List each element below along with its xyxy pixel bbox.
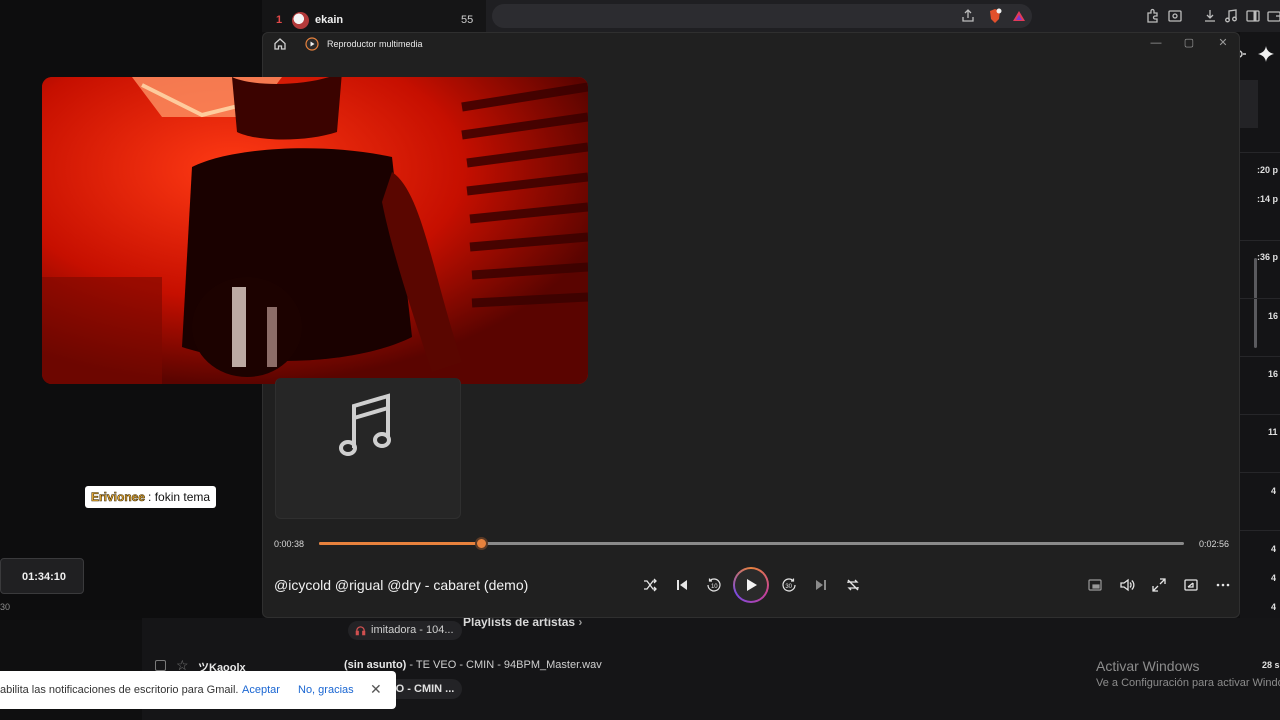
gemini-icon[interactable] [1258, 46, 1274, 62]
activate-windows-title: Activar Windows [1096, 658, 1200, 674]
email-time: 4 [1271, 602, 1277, 612]
next-icon[interactable] [813, 577, 829, 593]
divider [1240, 356, 1280, 357]
rewind-10-icon[interactable]: 10 [706, 577, 722, 593]
email-subject-bold: (sin asunto) [344, 659, 407, 671]
divider [1240, 152, 1280, 153]
seek-thumb[interactable] [474, 537, 488, 550]
home-icon[interactable] [273, 37, 287, 51]
chat-message: Erivionee : fokin tema [85, 486, 217, 508]
cast-icon[interactable] [1183, 577, 1199, 593]
gmail-scrollbar[interactable] [1254, 258, 1257, 348]
email-time: 4 [1271, 544, 1277, 554]
brave-rewards-icon[interactable] [1011, 8, 1027, 24]
divider [1240, 414, 1280, 415]
volume-icon[interactable] [1119, 577, 1135, 593]
email-time: :36 p [1257, 252, 1279, 262]
divider [1240, 298, 1280, 299]
minimize-button[interactable]: — [1149, 36, 1163, 50]
forward-30-icon[interactable]: 30 [781, 577, 797, 593]
play-button[interactable] [733, 567, 769, 603]
email-snippet: - TE VEO - CMIN - 94BPM_Master.wav [406, 659, 602, 671]
divider [1240, 530, 1280, 531]
chat-username: Erivionee [91, 490, 146, 505]
fullscreen-icon[interactable] [1151, 577, 1167, 593]
attachment-chip-label: imitadora - 104... [371, 624, 454, 636]
play-icon [747, 579, 757, 591]
wallet-icon[interactable] [1266, 8, 1280, 24]
shuffle-icon[interactable] [642, 577, 658, 593]
gmail-banner-edge [1240, 80, 1258, 128]
chat-text: : fokin tema [148, 490, 211, 504]
play-button-inner [735, 569, 767, 601]
notification-accept-button[interactable]: Aceptar [242, 684, 280, 696]
rewind-label: 10 [711, 584, 718, 590]
media-player-app-icon [305, 37, 319, 51]
miniplayer-icon[interactable] [1087, 577, 1103, 593]
leaderboard-name: ekain [315, 14, 344, 26]
sidebar-icon[interactable] [1245, 8, 1261, 24]
forward-label: 30 [785, 584, 792, 590]
email-time: 16 [1268, 311, 1279, 321]
email-time: 16 [1268, 369, 1279, 379]
email-time: 4 [1271, 486, 1277, 496]
extensions-icon[interactable] [1145, 8, 1161, 24]
maximize-button[interactable]: ▢ [1182, 36, 1196, 50]
email-checkbox[interactable] [155, 660, 166, 671]
notification-decline-button[interactable]: No, gracias [298, 684, 354, 696]
seek-bar-progress [319, 542, 481, 545]
activate-windows-subtitle: Ve a Configuración para activar Windows [1096, 677, 1280, 689]
headphones-icon [355, 625, 366, 636]
stream-clock: 01:34:10 [22, 571, 67, 583]
share-icon[interactable] [960, 8, 976, 24]
leaderboard-avatar [292, 12, 309, 29]
email-subject[interactable]: (sin asunto) - TE VEO - CMIN - 94BPM_Mas… [344, 659, 602, 671]
close-button[interactable]: ✕ [1216, 36, 1230, 50]
divider [1240, 240, 1280, 241]
song-title: @icycold @rigual @dry - cabaret (demo) [274, 577, 529, 593]
brave-shield-icon[interactable] [987, 8, 1003, 24]
close-icon[interactable]: ✕ [370, 681, 382, 698]
music-note-icon [338, 392, 396, 460]
download-icon[interactable] [1202, 8, 1218, 24]
leaderboard-score: 55 [461, 14, 474, 26]
email-time: :20 p [1257, 165, 1279, 175]
media-control-icon[interactable] [1223, 8, 1239, 24]
divider [1240, 472, 1280, 473]
email-date: 28 s [1262, 660, 1280, 670]
video-frame[interactable] [42, 77, 588, 384]
notification-text: abilita las notificaciones de escritorio… [0, 684, 239, 696]
email-time: 11 [1268, 427, 1278, 437]
leaderboard-rank: 1 [276, 14, 283, 26]
app-title: Reproductor multimedia [327, 39, 423, 49]
previous-icon[interactable] [674, 577, 690, 593]
address-bar[interactable] [492, 4, 1032, 28]
repeat-icon[interactable] [845, 577, 861, 593]
email-time: 4 [1271, 573, 1277, 583]
email-time: :14 p [1257, 194, 1279, 204]
stream-small-number: 30 [0, 602, 11, 612]
more-icon[interactable] [1215, 577, 1231, 593]
current-time: 0:00:38 [274, 539, 305, 549]
total-time: 0:02:56 [1199, 539, 1230, 549]
screenshot-icon[interactable] [1167, 8, 1183, 24]
